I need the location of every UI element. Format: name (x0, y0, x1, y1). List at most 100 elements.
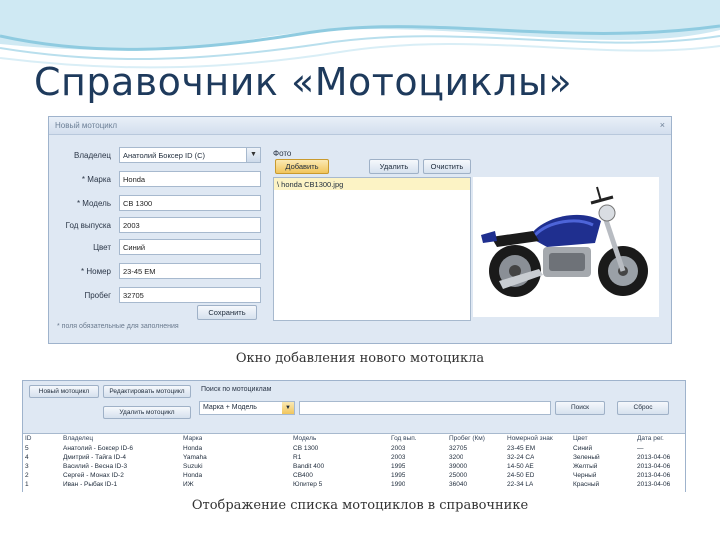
cell-id: 3 (25, 463, 29, 470)
caption-add-window: Окно добавления нового мотоцикла (235, 351, 485, 366)
mileage-label: Пробег (84, 291, 111, 300)
search-field-select[interactable]: Марка + Модель ▼ (199, 401, 295, 415)
cell-year: 1995 (391, 472, 406, 479)
photo-file-list[interactable]: \ honda CB1300.jpg (273, 177, 471, 321)
required-footnote: * поля обязательные для заполнения (57, 323, 179, 330)
table-row[interactable]: 2 Сергей - Монах ID-2 Honda CB400 1995 2… (23, 472, 685, 480)
cell-owner: Дмитрий - Тайга ID-4 (63, 454, 126, 461)
motorcycle-image (481, 186, 648, 297)
cell-reg-date: 2013-04-06 (637, 463, 671, 470)
year-input[interactable]: 2003 (119, 217, 261, 233)
search-input[interactable] (299, 401, 551, 415)
cell-reg-date: — (637, 445, 644, 452)
cell-year: 2003 (391, 454, 406, 461)
cell-id: 1 (25, 481, 29, 488)
cell-brand: Honda (183, 445, 203, 452)
dialog-titlebar: Новый мотоцикл × (49, 117, 671, 135)
cell-mileage: 36040 (449, 481, 468, 488)
save-button[interactable]: Сохранить (197, 305, 257, 320)
reset-button[interactable]: Сброс (617, 401, 669, 415)
cell-brand: ИЖ (183, 481, 194, 488)
cell-reg-date: 2013-04-06 (637, 481, 671, 488)
table-row[interactable]: 3 Василий - Весна ID-3 Suzuki Bandit 400… (23, 463, 685, 471)
cell-id: 5 (25, 445, 29, 452)
file-item[interactable]: \ honda CB1300.jpg (274, 178, 470, 190)
cell-color: Красный (573, 481, 600, 488)
cell-color: Зеленый (573, 454, 600, 461)
cell-model: Bandit 400 (293, 463, 325, 470)
cell-id: 4 (25, 454, 29, 461)
col-id[interactable]: ID (25, 435, 32, 442)
dialog-title: Новый мотоцикл (55, 121, 118, 130)
brand-row: * Марка Honda (53, 171, 263, 189)
model-label: * Модель (76, 199, 111, 208)
number-row: * Номер 23-45 EM (53, 263, 263, 281)
cell-year: 1995 (391, 463, 406, 470)
number-input[interactable]: 23-45 EM (119, 263, 261, 279)
cell-owner: Анатолий - Боксер ID-6 (63, 445, 133, 452)
table-row[interactable]: 1 Иван - Рыбак ID-1 ИЖ Юпитер 5 1990 360… (23, 481, 685, 489)
cell-brand: Honda (183, 472, 203, 479)
col-color[interactable]: Цвет (573, 435, 588, 442)
col-mileage[interactable]: Пробег (Км) (449, 435, 485, 442)
table-header: ID Владелец Марка Модель Год вып. Пробег… (23, 435, 685, 443)
table-row[interactable]: 5 Анатолий - Боксер ID-6 Honda CB 1300 2… (23, 445, 685, 453)
model-row: * Модель CB 1300 (53, 195, 263, 213)
search-field-value: Марка + Модель (203, 404, 257, 411)
model-input[interactable]: CB 1300 (119, 195, 261, 211)
cell-owner: Сергей - Монах ID-2 (63, 472, 124, 479)
cell-color: Желтый (573, 463, 598, 470)
delete-photo-button[interactable]: Удалить (369, 159, 419, 174)
number-label: * Номер (81, 267, 111, 276)
color-row: Цвет Синий (53, 239, 263, 257)
cell-owner: Иван - Рыбак ID-1 (63, 481, 118, 488)
cell-brand: Yamaha (183, 454, 207, 461)
cell-model: CB400 (293, 472, 313, 479)
motorcycle-photo (473, 177, 659, 317)
col-owner[interactable]: Владелец (63, 435, 93, 442)
col-year[interactable]: Год вып. (391, 435, 417, 442)
cell-model: Юпитер 5 (293, 481, 323, 488)
cell-model: CB 1300 (293, 445, 319, 452)
col-plate[interactable]: Номерной знак (507, 435, 553, 442)
clear-photo-button[interactable]: Очистить (423, 159, 471, 174)
cell-mileage: 3200 (449, 454, 464, 461)
cell-color: Синий (573, 445, 593, 452)
chevron-down-icon[interactable]: ▼ (246, 148, 260, 162)
table-row[interactable]: 4 Дмитрий - Тайга ID-4 Yamaha R1 2003 32… (23, 454, 685, 462)
chevron-down-icon[interactable]: ▼ (282, 402, 294, 414)
cell-id: 2 (25, 472, 29, 479)
cell-reg-date: 2013-04-06 (637, 472, 671, 479)
col-reg-date[interactable]: Дата рег. (637, 435, 664, 442)
add-photo-button[interactable]: Добавить (275, 159, 329, 174)
year-label: Год выпуска (65, 221, 111, 230)
slide-title: Справочник «Мотоциклы» (34, 60, 573, 104)
delete-motorcycle-button[interactable]: Удалить мотоцикл (103, 406, 191, 419)
edit-motorcycle-button[interactable]: Редактировать мотоцикл (103, 385, 191, 398)
cell-brand: Suzuki (183, 463, 203, 470)
owner-select[interactable]: Анатолий Боксер ID (С) ▼ (119, 147, 261, 163)
cell-plate: 24-50 ED (507, 472, 535, 479)
search-label: Поиск по мотоциклам (201, 386, 272, 393)
search-button[interactable]: Поиск (555, 401, 605, 415)
cell-mileage: 25000 (449, 472, 468, 479)
color-label: Цвет (93, 243, 111, 252)
photo-label: Фото (273, 149, 292, 158)
color-input[interactable]: Синий (119, 239, 261, 255)
close-icon[interactable]: × (660, 120, 665, 130)
cell-year: 2003 (391, 445, 406, 452)
cell-plate: 22-34 LA (507, 481, 534, 488)
mileage-input[interactable]: 32705 (119, 287, 261, 303)
cell-plate: 32-24 CA (507, 454, 535, 461)
cell-plate: 23-45 EM (507, 445, 536, 452)
brand-label: * Марка (81, 175, 111, 184)
brand-input[interactable]: Honda (119, 171, 261, 187)
cell-model: R1 (293, 454, 302, 461)
col-model[interactable]: Модель (293, 435, 316, 442)
col-brand[interactable]: Марка (183, 435, 202, 442)
owner-label: Владелец (73, 151, 111, 160)
cell-mileage: 39000 (449, 463, 468, 470)
caption-list-window: Отображение списка мотоциклов в справочн… (191, 498, 529, 513)
year-row: Год выпуска 2003 (53, 217, 263, 235)
new-motorcycle-button[interactable]: Новый мотоцикл (29, 385, 99, 398)
